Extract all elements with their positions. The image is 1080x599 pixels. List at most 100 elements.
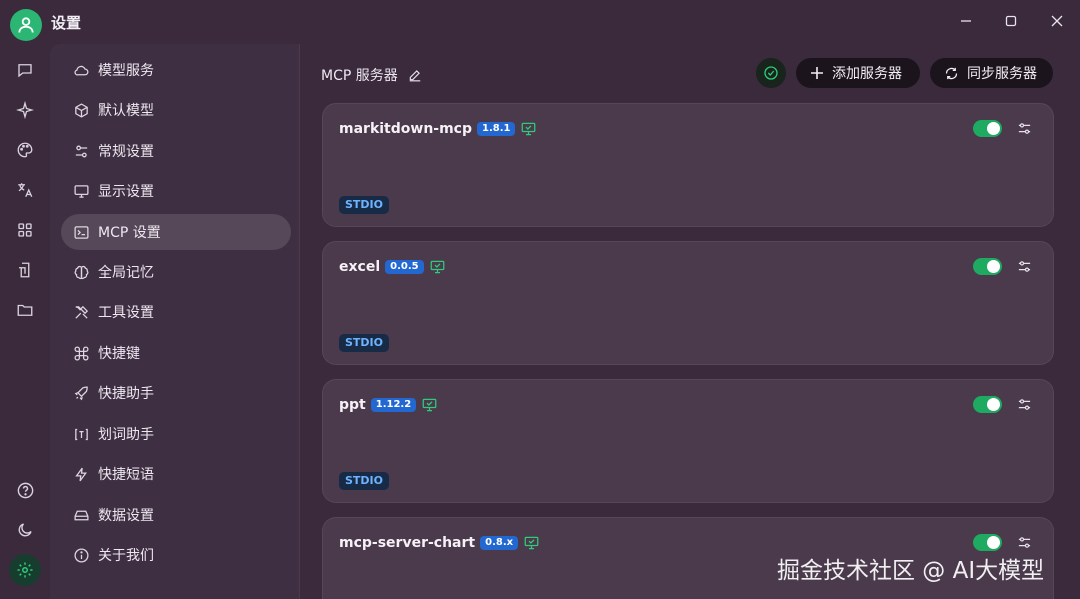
server-settings-button[interactable] [1015,395,1033,413]
enable-toggle[interactable] [973,396,1002,413]
sidebar-item-model-service[interactable]: 模型服务 [61,52,291,88]
sidebar-item-display[interactable]: 显示设置 [61,173,291,209]
maximize-icon [1005,15,1017,27]
server-settings-button[interactable] [1015,257,1033,275]
tools-icon [71,302,91,322]
document-icon[interactable] [13,258,37,282]
chat-icon[interactable] [13,58,37,82]
minimize-icon [961,20,971,22]
plus-icon [810,66,824,80]
transport-tag: STDIO [339,196,390,214]
monitor-icon [422,398,437,412]
cloud-icon [71,60,91,80]
transport-tag: STDIO [339,334,390,352]
sidebar-item-memory[interactable]: 全局记忆 [61,254,291,290]
sync-server-label: 同步服务器 [967,66,1037,82]
sidebar-item-data[interactable]: 数据设置 [61,497,291,533]
minimize-button[interactable] [951,8,981,34]
monitor-icon [430,260,445,274]
sliders-icon [1018,398,1030,410]
sidebar-item-default-model[interactable]: 默认模型 [61,92,291,128]
rocket-icon [71,383,91,403]
sidebar-item-label: 快捷助手 [98,386,154,402]
version-badge: 0.0.5 [385,260,424,274]
main-panel: MCP 服务器 添加服务器 同步服务器 markitdown-mcp 1.8.1… [301,44,1080,599]
server-settings-button[interactable] [1015,119,1033,137]
enable-toggle[interactable] [973,534,1002,551]
monitor-icon [521,122,536,136]
sidebar-item-label: 快捷短语 [98,467,154,483]
sliders-icon [1018,260,1030,272]
page-title-text: MCP 服务器 [321,68,398,84]
moon-icon[interactable] [13,518,37,542]
icon-rail [0,44,50,599]
server-card-excel[interactable]: excel 0.0.5 STDIO [322,241,1054,365]
sidebar-item-label: 关于我们 [98,548,154,564]
hard-drive-icon [71,505,91,525]
page-title: MCP 服务器 [321,65,422,85]
sidebar-item-label: 划词助手 [98,427,154,443]
version-badge: 1.8.1 [477,122,516,136]
sliders-icon [71,141,91,161]
user-icon [18,17,34,33]
sliders-icon [1018,536,1030,548]
apps-icon[interactable] [13,218,37,242]
enable-toggle[interactable] [973,258,1002,275]
info-icon [71,545,91,565]
settings-button[interactable] [9,554,41,586]
server-name: mcp-server-chart [339,535,476,551]
sidebar-item-shortcuts[interactable]: 快捷键 [61,335,291,371]
sidebar-item-label: 数据设置 [98,508,154,524]
maximize-button[interactable] [996,8,1026,34]
sidebar-item-about[interactable]: 关于我们 [61,537,291,573]
sidebar-item-label: 常规设置 [98,144,154,160]
sync-server-button[interactable]: 同步服务器 [930,58,1053,88]
server-settings-button[interactable] [1015,533,1033,551]
close-icon [1051,15,1063,27]
edit-icon[interactable] [408,68,422,82]
server-card-ppt[interactable]: ppt 1.12.2 STDIO [322,379,1054,503]
server-name: ppt [339,397,366,413]
sidebar-item-label: 默认模型 [98,103,154,119]
status-indicator[interactable] [756,58,786,88]
sidebar-item-mcp[interactable]: MCP 设置 [61,214,291,250]
sidebar-item-quick-phrases[interactable]: 快捷短语 [61,456,291,492]
version-badge: 1.12.2 [370,398,417,412]
monitor-icon [524,536,539,550]
folder-icon[interactable] [13,298,37,322]
settings-sidebar: 模型服务 默认模型 常规设置 显示设置 MCP 设置 全局记忆 工具设置 快捷键… [50,44,300,599]
cube-icon [71,100,91,120]
sidebar-item-label: 全局记忆 [98,265,154,281]
add-server-button[interactable]: 添加服务器 [796,58,920,88]
server-name: markitdown-mcp [339,121,472,137]
sparkle-icon[interactable] [13,98,37,122]
sidebar-item-general[interactable]: 常规设置 [61,133,291,169]
enable-toggle[interactable] [973,120,1002,137]
terminal-icon [71,222,91,242]
sidebar-item-selection-assistant[interactable]: 划词助手 [61,416,291,452]
command-icon [71,343,91,363]
title-bar: 设置 [0,0,1080,44]
close-button[interactable] [1042,8,1072,34]
sidebar-item-tools[interactable]: 工具设置 [61,294,291,330]
translate-icon[interactable] [13,178,37,202]
avatar[interactable] [10,9,42,41]
sidebar-item-quick-assistant[interactable]: 快捷助手 [61,375,291,411]
refresh-icon [944,66,959,81]
check-circle-icon [764,66,778,80]
sidebar-item-label: 模型服务 [98,63,154,79]
brain-icon [71,262,91,282]
sidebar-item-label: 快捷键 [98,346,140,362]
help-icon[interactable] [13,478,37,502]
sidebar-item-label: 工具设置 [98,305,154,321]
gear-icon [17,562,33,578]
zap-icon [71,464,91,484]
version-badge: 0.8.x [480,536,519,550]
sidebar-item-label: MCP 设置 [98,225,161,241]
monitor-icon [71,181,91,201]
server-card-markitdown[interactable]: markitdown-mcp 1.8.1 STDIO [322,103,1054,227]
sidebar-item-label: 显示设置 [98,184,154,200]
watermark: 掘金技术社区 @ AI大模型 [777,558,1045,584]
sliders-icon [1018,122,1030,134]
palette-icon[interactable] [13,138,37,162]
